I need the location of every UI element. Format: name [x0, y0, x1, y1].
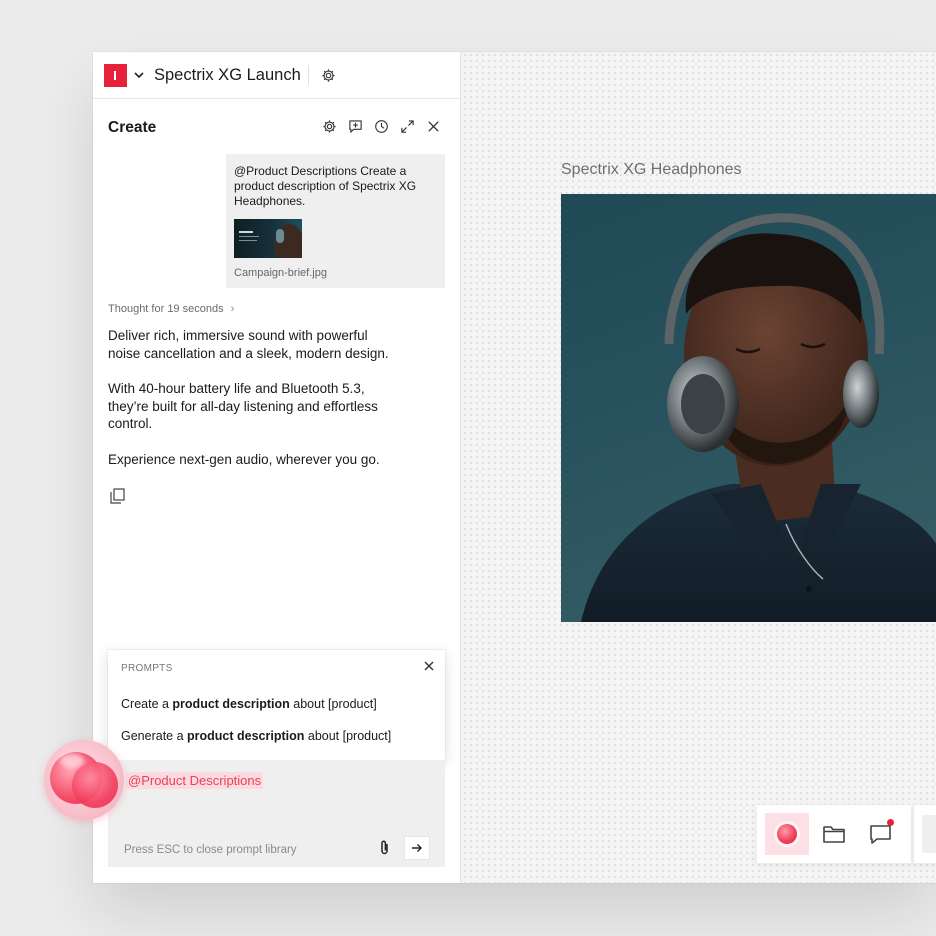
- divider: [308, 65, 309, 85]
- response-paragraph: Deliver rich, immersive sound with power…: [108, 328, 389, 361]
- canvas-toolbar: [757, 805, 911, 863]
- attachment-name: Campaign-brief.jpg: [234, 267, 327, 279]
- files-button[interactable]: [812, 813, 856, 855]
- arrow-right-icon: [412, 844, 422, 852]
- prompt-library: PROMPTS Create a product description abo…: [108, 650, 445, 760]
- ai-orb-icon: [777, 824, 797, 844]
- input-hint: Press ESC to close prompt library: [124, 844, 297, 856]
- notification-dot: [887, 819, 894, 826]
- chevron-right-icon: ›: [230, 303, 235, 315]
- prompt-item[interactable]: Create a product description about [prod…: [121, 697, 377, 711]
- close-icon[interactable]: [422, 659, 436, 673]
- product-photo[interactable]: [561, 194, 936, 622]
- chat-input[interactable]: @Product Descriptions Press ESC to close…: [108, 760, 445, 867]
- create-panel: Spectrix XG Launch Create @Product Descr…: [93, 52, 461, 883]
- response-paragraph: Experience next-gen audio, wherever you …: [108, 452, 380, 467]
- comments-button[interactable]: [859, 813, 903, 855]
- toolbar-button[interactable]: [922, 815, 936, 853]
- attachment-thumbnail[interactable]: [234, 219, 302, 258]
- close-icon[interactable]: [426, 119, 441, 134]
- gear-icon[interactable]: [322, 119, 337, 134]
- chat-plus-icon[interactable]: [348, 119, 363, 134]
- comment-icon: [870, 825, 891, 844]
- response-paragraph: With 40-hour battery life and Bluetooth …: [108, 381, 378, 431]
- ai-orb-cursor[interactable]: [44, 740, 124, 820]
- thought-label: Thought for 19 seconds: [108, 303, 224, 315]
- brand-logo-icon[interactable]: [104, 64, 127, 87]
- folder-icon: [823, 826, 845, 843]
- top-bar: Spectrix XG Launch: [93, 52, 461, 99]
- app-window: Spectrix XG Launch Create @Product Descr…: [93, 52, 936, 883]
- mention-tag[interactable]: @Product Descriptions: [126, 772, 264, 789]
- user-message: @Product Descriptions Create a product d…: [226, 154, 445, 288]
- thought-toggle[interactable]: Thought for 19 seconds ›: [108, 303, 234, 315]
- canvas-toolbar-secondary: [914, 805, 936, 863]
- ai-assistant-button[interactable]: [765, 813, 809, 855]
- prompt-item[interactable]: Generate a product description about [pr…: [121, 729, 391, 743]
- copy-icon[interactable]: [110, 488, 125, 504]
- design-canvas[interactable]: Spectrix XG Headphones: [462, 52, 936, 883]
- prompts-header: PROMPTS: [121, 663, 173, 674]
- send-button[interactable]: [405, 837, 429, 859]
- chevron-down-icon[interactable]: [133, 66, 145, 84]
- project-title[interactable]: Spectrix XG Launch: [154, 66, 301, 85]
- expand-icon[interactable]: [400, 119, 415, 134]
- panel-title: Create: [108, 119, 157, 136]
- paperclip-icon[interactable]: [378, 839, 392, 857]
- portrait-image: [581, 213, 936, 622]
- user-message-text: @Product Descriptions Create a product d…: [234, 164, 417, 208]
- artboard-title: Spectrix XG Headphones: [561, 161, 742, 178]
- project-settings-gear-icon[interactable]: [321, 68, 336, 83]
- clock-icon[interactable]: [374, 119, 389, 134]
